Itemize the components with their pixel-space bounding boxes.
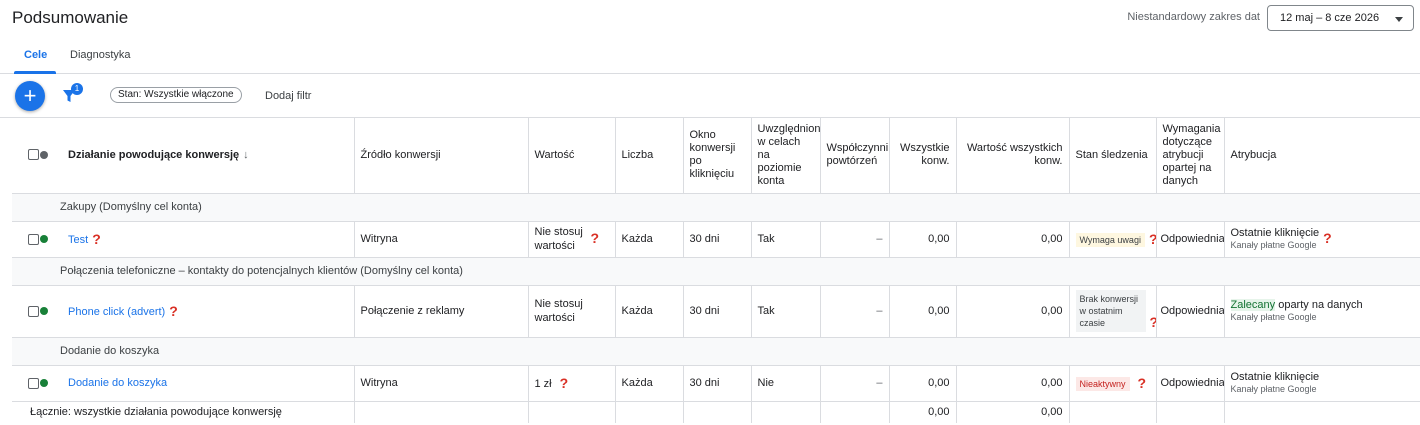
page-header: Podsumowanie Niestandardowy zakres dat 1… xyxy=(0,0,1420,40)
cell-all-conv: 0,00 xyxy=(888,285,956,338)
cell-data-req: Odpowiednia xyxy=(1155,365,1224,402)
col-header-all-conv-value[interactable]: Wartość wszystkich konw. xyxy=(955,118,1069,194)
cell-repeat: – xyxy=(819,221,889,258)
conversion-action-link[interactable]: Phone click (advert) xyxy=(68,306,165,318)
status-active-icon xyxy=(40,379,48,388)
col-header-all-conv[interactable]: Wszystkie konw. xyxy=(888,118,956,194)
group-label: Zakupy (Domyślny cel konta) xyxy=(12,193,1420,222)
cell-source: Połączenie z reklamy xyxy=(353,285,528,338)
cell-all-conv-value: 0,00 xyxy=(955,221,1069,258)
cell-data-req: Odpowiednia xyxy=(1155,285,1224,338)
tab-cele[interactable]: Cele xyxy=(24,49,47,61)
table-row: Dodanie do koszyka Witryna 1 zł? Każda 3… xyxy=(12,365,1420,402)
conversions-table: Działanie powodujące konwersję ↓ Źródło k… xyxy=(12,118,1420,423)
group-label: Połączenia telefoniczne – kontakty do po… xyxy=(12,257,1420,286)
col-header-source[interactable]: Źródło konwersji xyxy=(353,118,528,194)
toolbar: + 1 Stan: Wszystkie włączone Dodaj filtr xyxy=(0,74,1420,118)
help-icon[interactable]: ? xyxy=(1149,231,1156,247)
dropdown-caret-icon xyxy=(1395,17,1403,22)
help-icon[interactable]: ? xyxy=(1323,230,1332,246)
date-range-label: Niestandardowy zakres dat xyxy=(1127,11,1260,23)
help-icon[interactable]: ? xyxy=(169,303,178,319)
cell-count: Każda xyxy=(614,285,683,338)
conversion-action-link[interactable]: Test xyxy=(68,234,88,246)
col-header-data-req[interactable]: Wymagania dotyczące atrybucji opartej na… xyxy=(1155,118,1224,194)
date-range-select[interactable]: 12 maj – 8 cze 2026 xyxy=(1267,5,1414,31)
table-row: Phone click (advert)? Połączenie z rekla… xyxy=(12,285,1420,338)
status-column-icon xyxy=(40,150,48,159)
date-range-value: 12 maj – 8 cze 2026 xyxy=(1280,12,1380,24)
status-active-icon xyxy=(40,307,48,316)
recommended-label: Zalecany xyxy=(1230,299,1276,311)
select-all-checkbox[interactable] xyxy=(28,149,39,161)
col-header-action[interactable]: Działanie powodujące konwersję ↓ xyxy=(62,118,354,194)
conversion-action-link[interactable]: Dodanie do koszyka xyxy=(68,377,167,389)
cell-value: Nie stosuj wartości xyxy=(534,226,583,252)
col-header-repeat[interactable]: Współczynnik powtórzeń xyxy=(819,118,889,194)
table-header-row: Działanie powodujące konwersję ↓ Źródło k… xyxy=(12,118,1420,194)
cell-all-conv-value: 0,00 xyxy=(955,365,1069,402)
cell-count: Każda xyxy=(614,365,683,402)
row-checkbox[interactable] xyxy=(28,305,39,317)
tab-diagnostyka[interactable]: Diagnostyka xyxy=(70,49,131,61)
help-icon[interactable]: ? xyxy=(591,230,600,246)
attribution-channels: Kanały płatne Google xyxy=(1230,240,1317,250)
total-all-conv-value: 0,00 xyxy=(955,401,1069,423)
cell-included: Tak xyxy=(750,221,820,258)
help-icon[interactable]: ? xyxy=(560,375,569,391)
sort-arrow-icon: ↓ xyxy=(243,148,249,161)
cell-window: 30 dni xyxy=(682,285,751,338)
group-row: Połączenia telefoniczne – kontakty do po… xyxy=(12,257,1420,286)
cell-repeat: – xyxy=(819,365,889,402)
group-row: Dodanie do koszyka xyxy=(12,337,1420,366)
cell-value: Nie stosuj wartości xyxy=(534,298,583,324)
cell-included: Tak xyxy=(750,285,820,338)
attribution-model: oparty na danych xyxy=(1278,299,1363,311)
attribution-model: Ostatnie kliknięcie xyxy=(1230,227,1320,239)
help-icon[interactable]: ? xyxy=(1138,375,1147,391)
page-title: Podsumowanie xyxy=(12,8,129,27)
row-checkbox[interactable] xyxy=(28,233,39,245)
cell-all-conv-value: 0,00 xyxy=(955,285,1069,338)
col-header-value[interactable]: Wartość xyxy=(527,118,615,194)
add-filter-button[interactable]: Dodaj filtr xyxy=(265,90,311,102)
cell-source: Witryna xyxy=(353,221,528,258)
col-header-tracking[interactable]: Stan śledzenia xyxy=(1068,118,1156,194)
col-header-included[interactable]: Uwzględniono w celach na poziomie konta xyxy=(750,118,820,194)
row-checkbox[interactable] xyxy=(28,377,39,389)
filter-count-badge: 1 xyxy=(71,83,83,95)
col-header-attribution[interactable]: Atrybucja xyxy=(1223,118,1420,194)
cell-included: Nie xyxy=(750,365,820,402)
total-label: Łącznie: wszystkie działania powodujące … xyxy=(30,406,282,419)
add-conversion-button[interactable]: + xyxy=(15,81,45,111)
status-active-icon xyxy=(40,235,48,244)
table-row: Test? Witryna Nie stosuj wartości? Każda… xyxy=(12,221,1420,258)
cell-all-conv: 0,00 xyxy=(888,365,956,402)
tab-bar: Cele Diagnostyka xyxy=(0,40,1420,74)
cell-value: 1 zł xyxy=(534,378,552,390)
tracking-status-badge: Brak konwersji w ostatnim czasie xyxy=(1075,290,1146,332)
attribution-model: Ostatnie kliknięcie xyxy=(1230,371,1320,383)
cell-source: Witryna xyxy=(353,365,528,402)
cell-window: 30 dni xyxy=(682,221,751,258)
filter-chip-status[interactable]: Stan: Wszystkie włączone xyxy=(110,87,242,103)
group-row: Zakupy (Domyślny cel konta) xyxy=(12,193,1420,222)
cell-data-req: Odpowiednia xyxy=(1155,221,1224,258)
tracking-status-badge: Nieaktywny xyxy=(1075,377,1130,391)
help-icon[interactable]: ? xyxy=(1150,314,1157,330)
help-icon[interactable]: ? xyxy=(92,231,101,247)
tracking-status-badge: Wymaga uwagi xyxy=(1075,233,1145,247)
attribution-channels: Kanały płatne Google xyxy=(1230,312,1317,322)
cell-window: 30 dni xyxy=(682,365,751,402)
col-header-count[interactable]: Liczba xyxy=(614,118,683,194)
total-all-conv: 0,00 xyxy=(888,401,956,423)
cell-repeat: – xyxy=(819,285,889,338)
col-header-window[interactable]: Okno konwersji po kliknięciu xyxy=(682,118,751,194)
attribution-channels: Kanały płatne Google xyxy=(1230,384,1317,394)
cell-all-conv: 0,00 xyxy=(888,221,956,258)
total-row: Łącznie: wszystkie działania powodujące … xyxy=(12,401,1420,423)
cell-count: Każda xyxy=(614,221,683,258)
group-label: Dodanie do koszyka xyxy=(12,337,1420,366)
